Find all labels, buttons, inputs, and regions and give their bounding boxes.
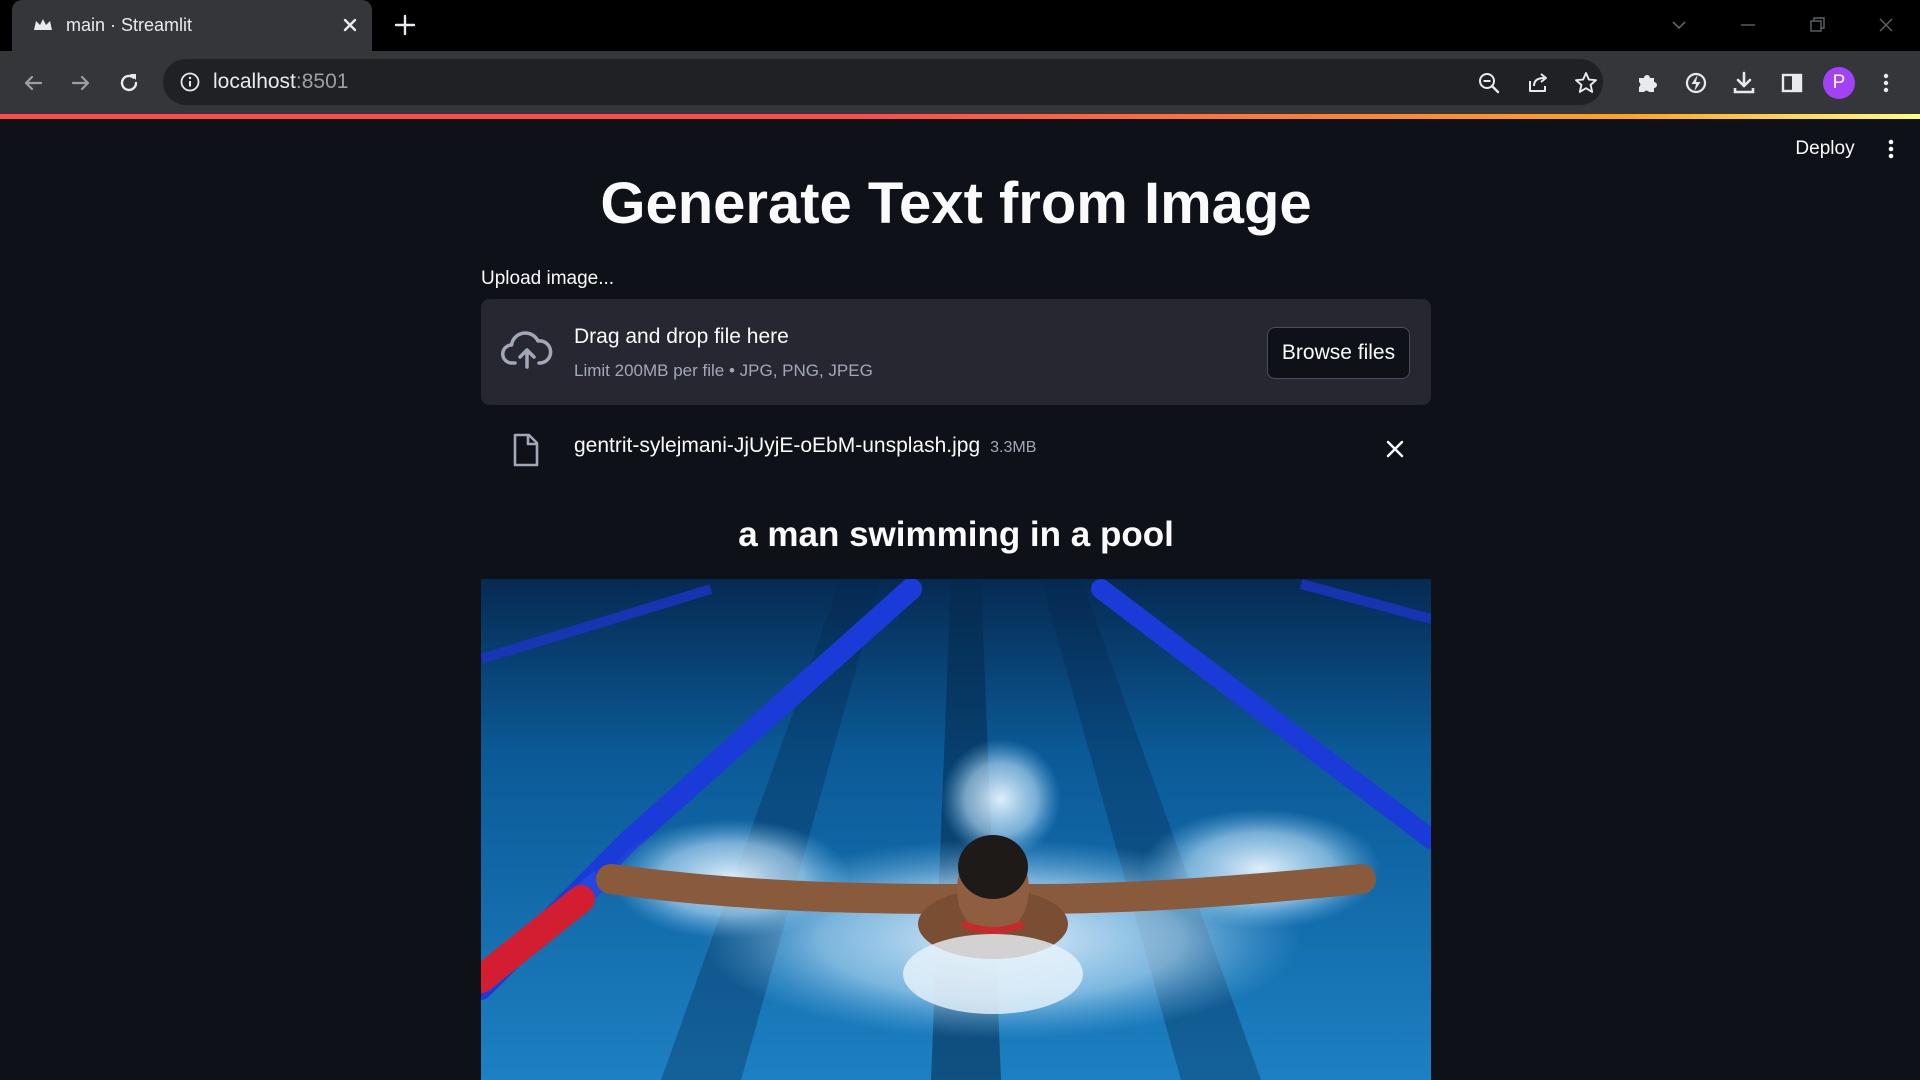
browser-tabstrip: main · Streamlit — [0, 0, 1920, 51]
dropzone-limit-text: Limit 200MB per file • JPG, PNG, JPEG — [574, 361, 873, 380]
reload-icon[interactable] — [114, 68, 144, 98]
new-tab-icon[interactable] — [392, 12, 418, 38]
zoom-out-icon[interactable] — [1476, 70, 1502, 96]
file-dropzone[interactable]: Drag and drop file here Limit 200MB per … — [481, 299, 1431, 405]
file-size: 3.3MB — [990, 439, 1037, 456]
extension-bolt-icon[interactable] — [1682, 69, 1710, 97]
browser-tab[interactable]: main · Streamlit — [12, 0, 372, 51]
generated-caption: a man swimming in a pool — [738, 515, 1174, 554]
minimize-window-icon[interactable] — [1733, 10, 1763, 40]
url-text: localhost:8501 — [213, 71, 348, 93]
side-panel-icon[interactable] — [1778, 69, 1806, 97]
file-icon — [511, 432, 541, 468]
url-port: :8501 — [295, 70, 349, 93]
profile-avatar[interactable]: P — [1823, 67, 1855, 99]
close-window-icon[interactable] — [1871, 10, 1901, 40]
uploader-label: Upload image... — [481, 268, 615, 289]
uploaded-file-row: gentrit-sylejmani-JjUyjE-oEbM-unsplash.j… — [481, 420, 1431, 476]
download-icon[interactable] — [1730, 69, 1758, 97]
page-title: Generate Text from Image — [600, 171, 1312, 236]
deploy-button[interactable]: Deploy — [1778, 134, 1872, 164]
site-info-icon[interactable] — [179, 71, 201, 93]
uploaded-file-name: gentrit-sylejmani-JjUyjE-oEbM-unsplash.j… — [574, 434, 1036, 460]
back-arrow-icon[interactable] — [18, 68, 48, 98]
close-tab-icon[interactable] — [338, 13, 362, 37]
forward-arrow-icon[interactable] — [66, 68, 96, 98]
address-bar[interactable]: localhost:8501 — [163, 59, 1603, 105]
dropzone-title: Drag and drop file here — [574, 325, 789, 348]
browser-toolbar: localhost:8501 P — [0, 51, 1920, 114]
file-name-text: gentrit-sylejmani-JjUyjE-oEbM-unsplash.j… — [574, 434, 981, 457]
tab-title: main · Streamlit — [66, 15, 193, 35]
remove-file-icon[interactable] — [1382, 436, 1408, 462]
extensions-puzzle-icon[interactable] — [1634, 69, 1662, 97]
cloud-upload-icon — [501, 329, 553, 373]
tab-search-chevron-icon[interactable] — [1664, 10, 1694, 40]
app-menu-icon[interactable] — [1876, 134, 1906, 164]
uploaded-image — [481, 579, 1431, 1080]
streamlit-crown-icon — [32, 14, 54, 36]
streamlit-header-decoration — [0, 114, 1920, 119]
bookmark-star-icon[interactable] — [1573, 70, 1599, 96]
browse-files-button[interactable]: Browse files — [1267, 327, 1410, 379]
restore-window-icon[interactable] — [1802, 10, 1832, 40]
browser-menu-icon[interactable] — [1872, 69, 1900, 97]
share-icon[interactable] — [1525, 70, 1551, 96]
url-host: localhost — [213, 70, 296, 93]
